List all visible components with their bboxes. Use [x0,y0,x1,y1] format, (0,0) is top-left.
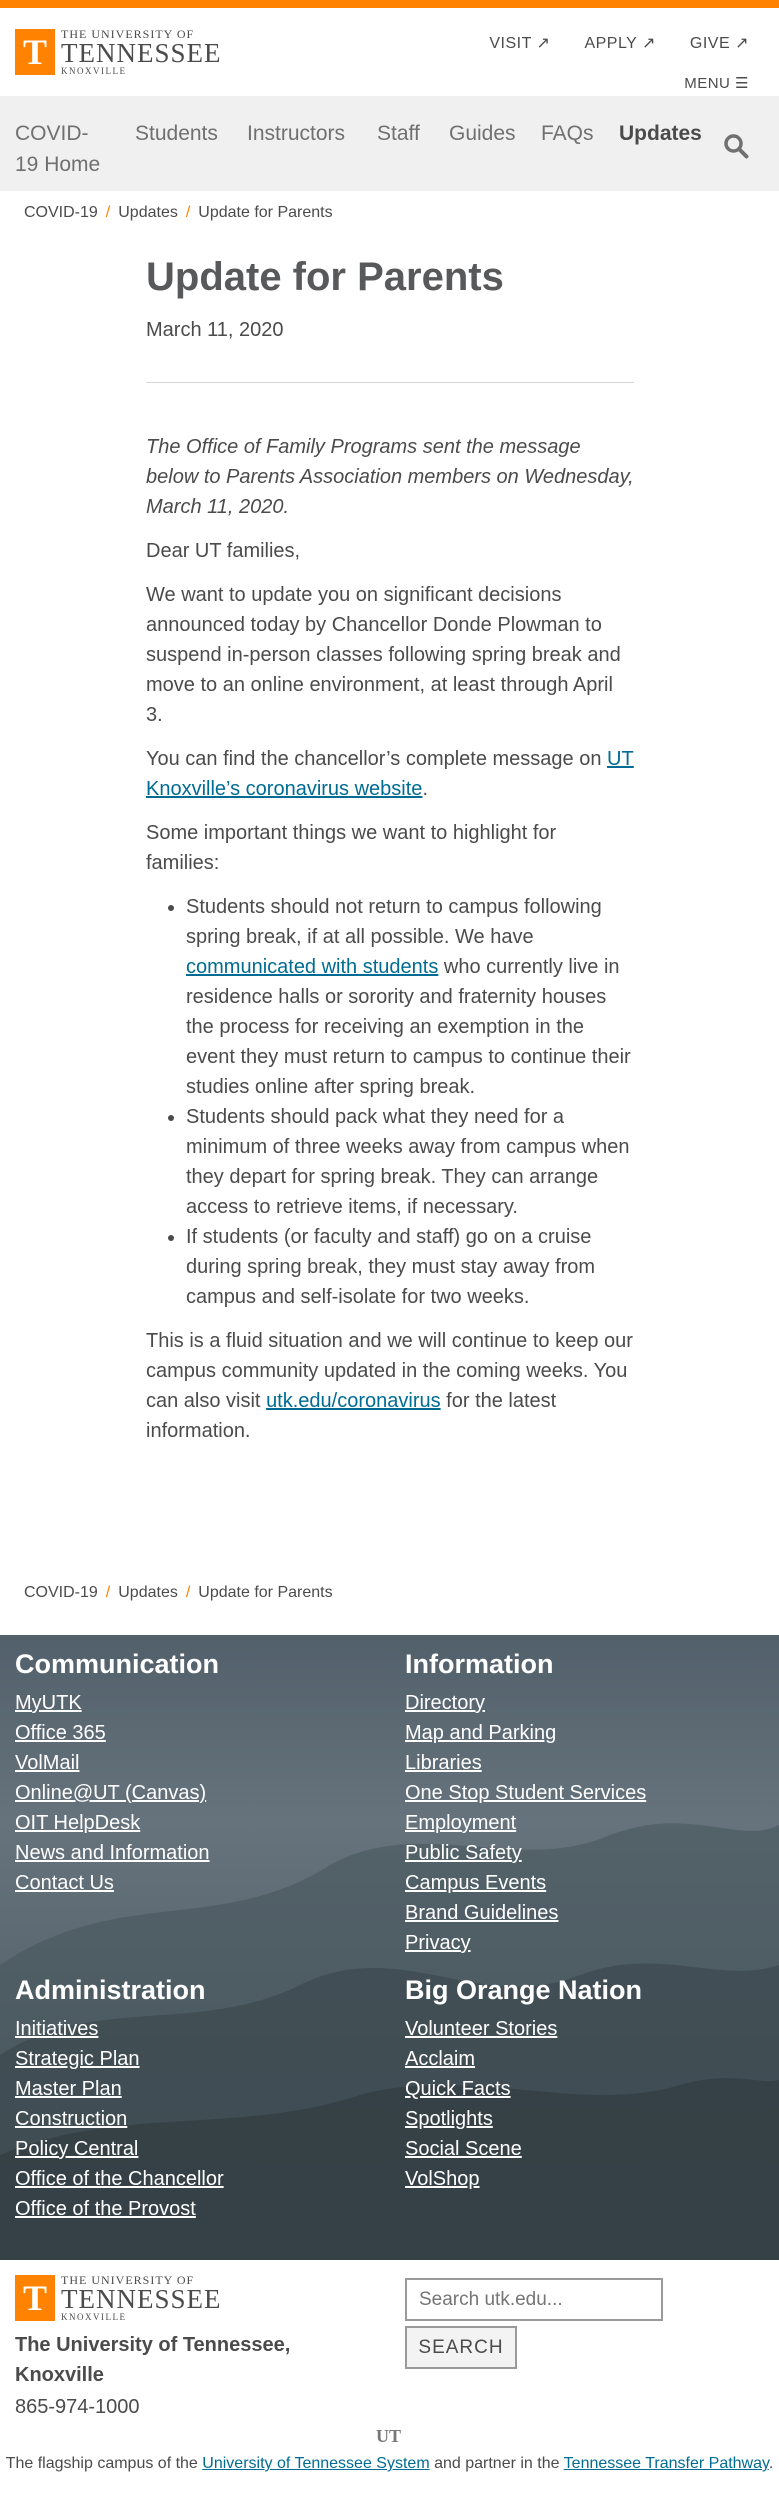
footer-link-provost[interactable]: Office of the Provost [15,2194,224,2224]
footer-link-acclaim[interactable]: Acclaim [405,2044,642,2074]
footer-link-volunteer-stories[interactable]: Volunteer Stories [405,2014,642,2044]
divider [146,382,634,383]
article-date: March 11, 2020 [146,319,284,341]
site-header: T THE UNIVERSITY OF TENNESSEE KNOXVILLE … [0,8,779,96]
footer-link-news[interactable]: News and Information [15,1838,219,1868]
top-accent-bar [0,0,779,8]
footer-link-policy[interactable]: Policy Central [15,2134,224,2164]
page-title: Update for Parents [146,255,504,299]
breadcrumb-separator: / [105,1584,111,1601]
paragraph-highlights: Some important things we want to highlig… [146,822,557,874]
breadcrumb-separator: / [105,204,111,221]
footer-big-orange-nation: Big Orange Nation Volunteer Stories Accl… [405,1975,642,2194]
breadcrumb-separator: / [185,1584,191,1601]
footer-link-directory[interactable]: Directory [405,1688,646,1718]
paragraph-chancellor-message: You can find the chancellor’s complete m… [146,748,634,800]
transfer-pathway-link[interactable]: Tennessee Transfer Pathway [564,2455,769,2472]
breadcrumb-current: Update for Parents [198,204,333,221]
nav-item-faqs[interactable]: FAQs [541,118,594,149]
footer-heading: Big Orange Nation [405,1975,643,2005]
power-t-logo-icon: T [15,2275,55,2321]
ut-system-logo-icon: UT [376,2426,402,2446]
highlights-list: Students should not return to campus fol… [146,892,634,1312]
article: Update for Parents March 11, 2020 The Of… [146,253,634,1460]
breadcrumb-updates[interactable]: Updates [118,204,178,221]
footer-link-brand[interactable]: Brand Guidelines [405,1898,646,1928]
footer-communication: Communication MyUTK Office 365 VolMail O… [15,1649,219,1898]
footer-administration: Administration Initiatives Strategic Pla… [15,1975,224,2224]
flagship-statement: The flagship campus of the University of… [5,2455,774,2472]
university-name: The University of Tennessee, Knoxville [15,2334,291,2386]
breadcrumb: COVID-19 / Updates / Update for Parents [24,204,333,222]
university-phone: 865-974-1000 [15,2396,140,2418]
footer-link-volmail[interactable]: VolMail [15,1748,219,1778]
footer-link-libraries[interactable]: Libraries [405,1748,646,1778]
footer-link-safety[interactable]: Public Safety [405,1838,646,1868]
apply-link[interactable]: APPLY ↗ [584,33,655,53]
breadcrumb-updates[interactable]: Updates [118,1584,178,1601]
nav-item-instructors[interactable]: Instructors [247,118,345,149]
paragraph-closing: This is a fluid situation and we will co… [146,1330,633,1442]
breadcrumb-bottom: COVID-19 / Updates / Update for Parents [24,1584,333,1602]
utk-coronavirus-link[interactable]: utk.edu/coronavirus [266,1390,441,1412]
footer-link-social-scene[interactable]: Social Scene [405,2134,642,2164]
logo-wordmark: THE UNIVERSITY OF TENNESSEE KNOXVILLE [61,2273,222,2322]
breadcrumb-covid[interactable]: COVID-19 [24,1584,98,1601]
communicated-with-students-link[interactable]: communicated with students [186,956,438,978]
university-info: T THE UNIVERSITY OF TENNESSEE KNOXVILLE … [15,2274,335,2422]
visit-link[interactable]: VISIT ↗ [489,33,550,53]
breadcrumb-covid[interactable]: COVID-19 [24,204,98,221]
footer-heading: Information [405,1649,554,1679]
footer-heading: Administration [15,1975,206,2005]
footer-link-employment[interactable]: Employment [405,1808,646,1838]
article-body: The Office of Family Programs sent the m… [146,432,634,1446]
list-item: If students (or faculty and staff) go on… [186,1222,634,1312]
nav-item-guides[interactable]: Guides [449,118,516,149]
greeting: Dear UT families, [146,540,301,562]
give-link[interactable]: GIVE ↗ [690,33,749,53]
footer-link-map[interactable]: Map and Parking [405,1718,646,1748]
footer-link-strategic-plan[interactable]: Strategic Plan [15,2044,224,2074]
footer-link-construction[interactable]: Construction [15,2104,224,2134]
intro-paragraph: The Office of Family Programs sent the m… [146,436,634,518]
nav-item-updates[interactable]: Updates [619,118,702,149]
footer-information: Information Directory Map and Parking Li… [405,1649,646,1958]
footer-link-onestop[interactable]: One Stop Student Services [405,1778,646,1808]
footer-link-initiatives[interactable]: Initiatives [15,2014,224,2044]
footer-link-quick-facts[interactable]: Quick Facts [405,2074,642,2104]
site-bottom: T THE UNIVERSITY OF TENNESSEE KNOXVILLE … [0,2260,779,2496]
footer-link-contact[interactable]: Contact Us [15,1868,219,1898]
footer-link-chancellor[interactable]: Office of the Chancellor [15,2164,224,2194]
paragraph-decisions: We want to update you on significant dec… [146,584,621,726]
footer-link-volshop[interactable]: VolShop [405,2164,642,2194]
main-nav: COVID- 19 Home Students Instructors Staf… [0,96,779,191]
footer-link-canvas[interactable]: Online@UT (Canvas) [15,1778,219,1808]
list-item: Students should pack what they need for … [186,1102,634,1222]
ut-logo[interactable]: T THE UNIVERSITY OF TENNESSEE KNOXVILLE [15,28,222,76]
breadcrumb-separator: / [185,204,191,221]
footer-link-events[interactable]: Campus Events [405,1868,646,1898]
logo-wordmark: THE UNIVERSITY OF TENNESSEE KNOXVILLE [61,27,222,76]
power-t-logo-icon: T [15,29,55,75]
search-button[interactable]: SEARCH [405,2326,517,2369]
footer-link-privacy[interactable]: Privacy [405,1928,646,1958]
breadcrumb-current: Update for Parents [198,1584,333,1601]
footer-link-helpdesk[interactable]: OIT HelpDesk [15,1808,219,1838]
footer-link-myutk[interactable]: MyUTK [15,1688,219,1718]
nav-item-staff[interactable]: Staff [377,118,420,149]
menu-button[interactable]: MENU ☰ [684,74,749,92]
search-icon[interactable] [723,133,749,159]
list-item: Students should not return to campus fol… [186,892,634,1102]
site-search-input[interactable] [405,2278,663,2321]
footer-link-office365[interactable]: Office 365 [15,1718,219,1748]
ut-logo-footer[interactable]: T THE UNIVERSITY OF TENNESSEE KNOXVILLE [15,2274,335,2322]
nav-item-students[interactable]: Students [135,118,218,149]
utility-nav: VISIT ↗ APPLY ↗ GIVE ↗ [489,33,749,53]
footer-link-spotlights[interactable]: Spotlights [405,2104,642,2134]
site-footer: Communication MyUTK Office 365 VolMail O… [0,1635,779,2260]
nav-item-covid-home[interactable]: COVID- 19 Home [15,118,100,180]
footer-link-master-plan[interactable]: Master Plan [15,2074,224,2104]
footer-heading: Communication [15,1649,220,1679]
ut-system-link[interactable]: University of Tennessee System [202,2455,429,2472]
